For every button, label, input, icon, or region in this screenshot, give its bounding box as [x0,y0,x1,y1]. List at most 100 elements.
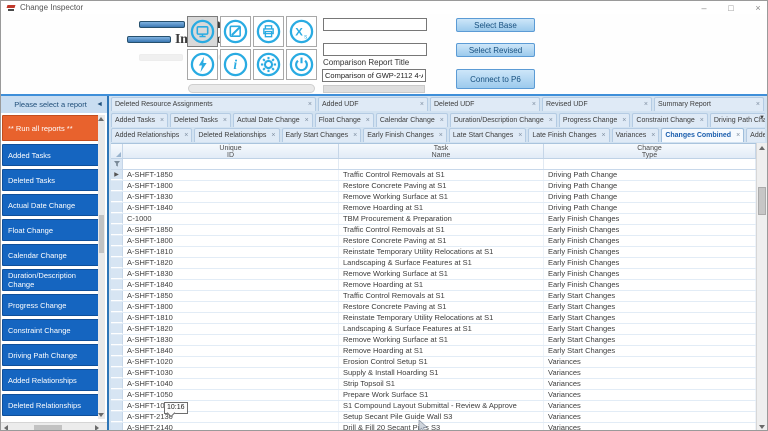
table-row[interactable]: A-SHFT-1810 Reinstate Temporary Utility R… [111,313,767,324]
scroll-up-icon[interactable] [98,117,104,121]
tab-close-icon[interactable]: × [308,101,312,108]
sidebar-horizontal-scrollbar[interactable] [1,422,107,430]
settings-gear-icon[interactable] [253,49,284,80]
tab-close-icon[interactable]: × [602,132,606,139]
run-lightning-icon[interactable] [187,49,218,80]
table-row[interactable]: A-SHFT-1840 Remove Hoarding at S1 Early Fi… [111,280,767,291]
tab-close-icon[interactable]: × [305,117,309,124]
tab-added-tasks[interactable]: Added Tasks × [111,113,169,127]
tab-close-icon[interactable]: × [420,101,424,108]
table-row[interactable]: A-SHFT-1810 Reinstate Temporary Utility R… [111,247,767,258]
sidebar-item[interactable]: Actual Date Change [2,194,100,216]
table-row[interactable]: A-SHFT-1820 Landscaping & Surface Feature… [111,258,767,269]
sidebar-item[interactable]: Calendar Change [2,244,100,266]
table-row[interactable]: A-SHFT-1080 S1 Compound Layout Submittal … [111,401,767,412]
sidebar-item[interactable]: Constraint Change [2,319,100,341]
table-row[interactable]: A-SHFT-1820 Landscaping & Surface Feature… [111,324,767,335]
sidebar-header[interactable]: Please select a report ◄ [1,96,107,113]
tab-late-finish-changes[interactable]: Late Finish Changes × [528,128,610,142]
table-row[interactable]: C-1000 TBM Procurement & Preparation Early… [111,214,767,225]
scroll-right-icon[interactable] [95,425,99,430]
table-row[interactable]: A-SHFT-2140 Drill & Fill 20 Secant Piles … [111,423,767,430]
tab-changes-combined[interactable]: Changes Combined × [661,128,745,142]
column-header-unique-id[interactable]: Unique ID [123,144,339,159]
tab-deleted-udf[interactable]: Deleted UDF × [430,97,540,111]
tab-added-udf[interactable]: Added UDF × [318,97,428,111]
table-row[interactable]: A-SHFT-1840 Remove Hoarding at S1 Driving … [111,203,767,214]
tab-deleted-tasks[interactable]: Deleted Tasks × [170,113,231,127]
tab-deleted-relationships[interactable]: Deleted Relationships × [194,128,280,142]
tab-close-icon[interactable]: × [440,117,444,124]
column-header-task-name[interactable]: Task Name [339,144,544,159]
tab-close-icon[interactable]: × [223,117,227,124]
tab-close-icon[interactable]: × [736,132,740,139]
close-icon[interactable]: × [753,3,763,13]
tab-early-start-changes[interactable]: Early Start Changes × [281,128,362,142]
report-title-input[interactable] [322,69,426,82]
sidebar-item[interactable]: Added Relationships [2,369,100,391]
sidebar-item[interactable]: Progress Change [2,294,100,316]
table-row[interactable]: A-SHFT-1830 Remove Working Surface at S1 D… [111,192,767,203]
tab-close-icon[interactable]: × [518,132,522,139]
tab-revised-udf[interactable]: Revised UDF × [542,97,652,111]
table-row[interactable]: A-SHFT-1840 Remove Hoarding at S1 Early St… [111,346,767,357]
tab-added-resource-assignments[interactable]: Added Resource Assignments× [746,128,765,142]
grid-vertical-scrollbar[interactable] [756,143,767,430]
print-icon[interactable] [253,16,284,47]
tab-close-icon[interactable]: × [756,101,760,108]
tab-close-icon[interactable]: × [366,117,370,124]
table-row[interactable]: A-SHFT-1830 Remove Working Surface at S1 E… [111,335,767,346]
tab-close-icon[interactable]: × [353,132,357,139]
scroll-left-icon[interactable] [4,425,8,430]
sidebar-item[interactable]: Added Tasks [2,144,100,166]
connect-p6-button[interactable]: Connect to P6 [456,69,535,89]
tab-duration-description-change[interactable]: Duration/Description Change × [449,113,557,127]
tab-close-icon[interactable]: × [160,117,164,124]
table-row[interactable]: A-SHFT-1800 Restore Concrete Paving at S1… [111,302,767,313]
maximize-icon[interactable]: □ [726,3,736,13]
tab-close-icon[interactable]: × [549,117,553,124]
compare-monitor-icon[interactable] [187,16,218,47]
tab-close-icon[interactable]: × [651,132,655,139]
tab-close-icon[interactable]: × [644,101,648,108]
table-row[interactable]: A-SHFT-1850 Traffic Control Removals at S… [111,225,767,236]
tab-progress-change[interactable]: Progress Change × [558,113,631,127]
tab-close-icon[interactable]: × [622,117,626,124]
table-row[interactable]: A-SHFT-1030 Supply & Install Hoarding S1 V… [111,368,767,379]
table-row[interactable]: ▶ A-SHFT-1850 Traffic Control Removals at … [111,170,767,181]
tab-overflow-icon[interactable]: ▼ [759,115,765,121]
tab-constraint-change[interactable]: Constraint Change × [632,113,708,127]
filter-funnel-icon[interactable] [111,159,123,169]
sidebar-vertical-scrollbar[interactable] [98,115,105,419]
table-row[interactable]: A-SHFT-1800 Restore Concrete Paving at S1… [111,236,767,247]
column-header-change-type[interactable]: Change Type [544,144,756,159]
table-row[interactable]: A-SHFT-1050 Prepare Work Surface S1 Varian… [111,390,767,401]
sidebar-item[interactable]: Duration/Description Change [2,269,100,291]
table-row[interactable]: A-SHFT-2130 Setup Secant Pile Guide Wall … [111,412,767,423]
tab-late-start-changes[interactable]: Late Start Changes × [448,128,527,142]
base-schedule-input[interactable] [323,18,427,31]
filter-cell[interactable] [123,159,339,169]
tab-driving-path-change[interactable]: Driving Path Change× [709,113,765,127]
tab-deleted-resource-assignments[interactable]: Deleted Resource Assignments × [111,97,316,111]
scrollbar-thumb[interactable] [758,187,766,215]
tab-summary-report[interactable]: Summary Report × [654,97,764,111]
scroll-down-icon[interactable] [759,425,765,429]
scroll-up-icon[interactable] [759,146,765,150]
select-revised-button[interactable]: Select Revised [456,43,535,57]
sidebar-item[interactable]: Deleted Relationships [2,394,100,416]
filter-cell[interactable] [339,159,544,169]
sidebar-item[interactable]: ** Run all reports ** [2,115,100,141]
tab-close-icon[interactable]: × [700,117,704,124]
filter-cell[interactable] [544,159,756,169]
tab-calendar-change[interactable]: Calendar Change × [375,113,448,127]
table-row[interactable]: A-SHFT-1020 Erosion Control Setup S1 Varia… [111,357,767,368]
table-row[interactable]: A-SHFT-1040 Strip Topsoil S1 Variances [111,379,767,390]
sidebar-item[interactable]: Driving Path Change [2,344,100,366]
edit-report-icon[interactable] [220,16,251,47]
select-base-button[interactable]: Select Base [456,18,535,32]
scrollbar-thumb[interactable] [34,425,62,430]
scroll-down-icon[interactable] [98,413,104,417]
minimize-icon[interactable]: – [699,3,709,13]
export-excel-icon[interactable]: Xs [286,16,317,47]
